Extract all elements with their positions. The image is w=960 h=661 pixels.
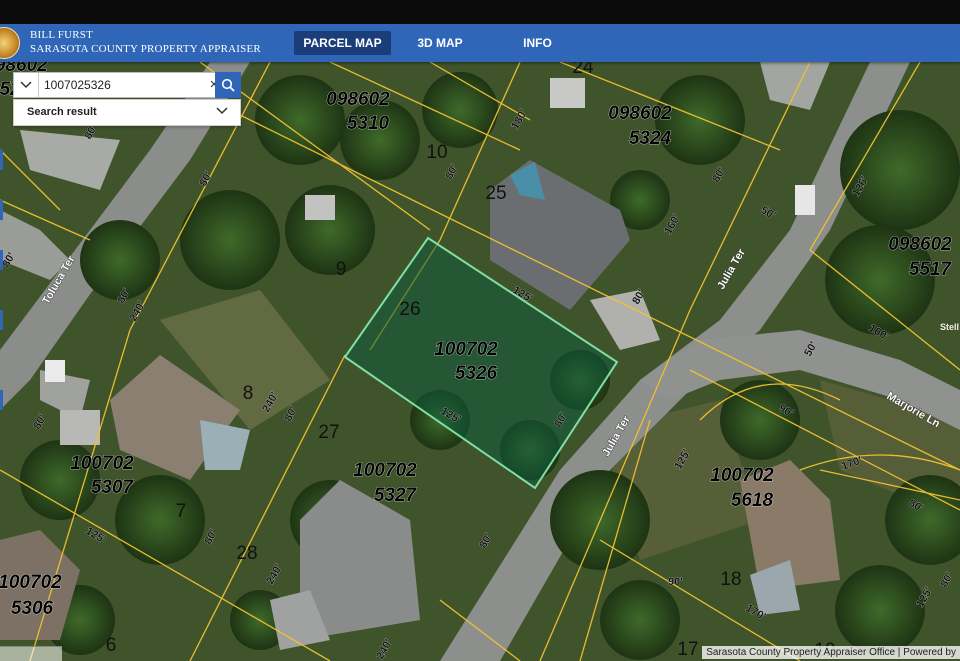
parcel-id-label: 5307 [91,477,135,498]
lot-number: 7 [176,501,187,522]
scale-bar [0,646,62,661]
parcel-id-label: 098602 [608,103,672,124]
top-black-bar [0,0,960,24]
tab-3d-map[interactable]: 3D MAP [405,31,475,55]
street-label: Stell [940,322,959,332]
search-icon [221,78,235,92]
lot-number: 27 [318,422,339,443]
lot-number: 28 [236,543,257,564]
map-canvas[interactable]: 098602 5310 098602 5324 098602 5517 1007… [0,62,960,661]
lot-number: 26 [399,299,420,320]
chevron-down-icon [20,81,32,89]
chevron-down-icon [216,104,228,118]
lot-number: 6 [106,635,117,656]
side-tool-tab[interactable] [0,150,3,170]
tab-parcel-map[interactable]: PARCEL MAP [294,31,391,55]
lot-number: 9 [336,259,347,280]
lot-number: 18 [720,569,741,590]
parcel-id-label: 100702 [70,453,134,474]
parcel-id-label: 098602 [888,234,952,255]
parcel-id-label: 100702 [710,465,774,486]
brand-title: BILL FURST SARASOTA COUNTY PROPERTY APPR… [30,28,261,56]
parcel-id-label: 5517 [909,259,953,280]
lot-number: 8 [243,383,254,404]
search-button[interactable] [215,72,241,98]
side-tool-tab[interactable] [0,200,3,220]
side-tool-tab[interactable] [0,390,3,410]
selected-parcel-id-label: 100702 [434,339,498,360]
parcel-id-label: 5324 [629,128,672,149]
side-tool-tab[interactable] [0,310,3,330]
lot-number: 25 [485,183,506,204]
parcel-map[interactable]: 098602 5310 098602 5324 098602 5517 1007… [0,62,960,661]
search-result-dropdown[interactable]: Search result [13,99,241,126]
dimension-label: 90' [668,576,683,588]
app-header: BILL FURST SARASOTA COUNTY PROPERTY APPR… [0,24,960,62]
search-input[interactable] [44,76,199,94]
brand-subtitle: SARASOTA COUNTY PROPERTY APPRAISER [30,43,261,55]
parcel-id-label: 5327 [374,485,418,506]
brand-name: BILL FURST [30,29,94,41]
tab-info[interactable]: INFO [510,31,565,55]
search-result-label: Search result [27,106,97,118]
parcel-id-label: 100702 [0,572,62,593]
lot-number: 24 [572,62,594,78]
search-bar: × [13,72,241,98]
lot-number: 10 [426,142,447,163]
side-tool-tab[interactable] [0,250,3,270]
search-options-toggle[interactable] [14,73,39,97]
lot-number: 17 [677,639,698,660]
parcel-id-label: 100702 [353,460,417,481]
parcel-id-label: 5618 [731,490,774,511]
county-seal-logo [0,27,20,59]
parcel-id-label: 5306 [11,598,54,619]
parcel-id-label: 5310 [347,113,390,134]
selected-parcel-id-label: 5326 [455,363,498,384]
map-attribution[interactable]: Sarasota County Property Appraiser Offic… [702,646,960,659]
parcel-id-label: 098602 [326,89,390,110]
